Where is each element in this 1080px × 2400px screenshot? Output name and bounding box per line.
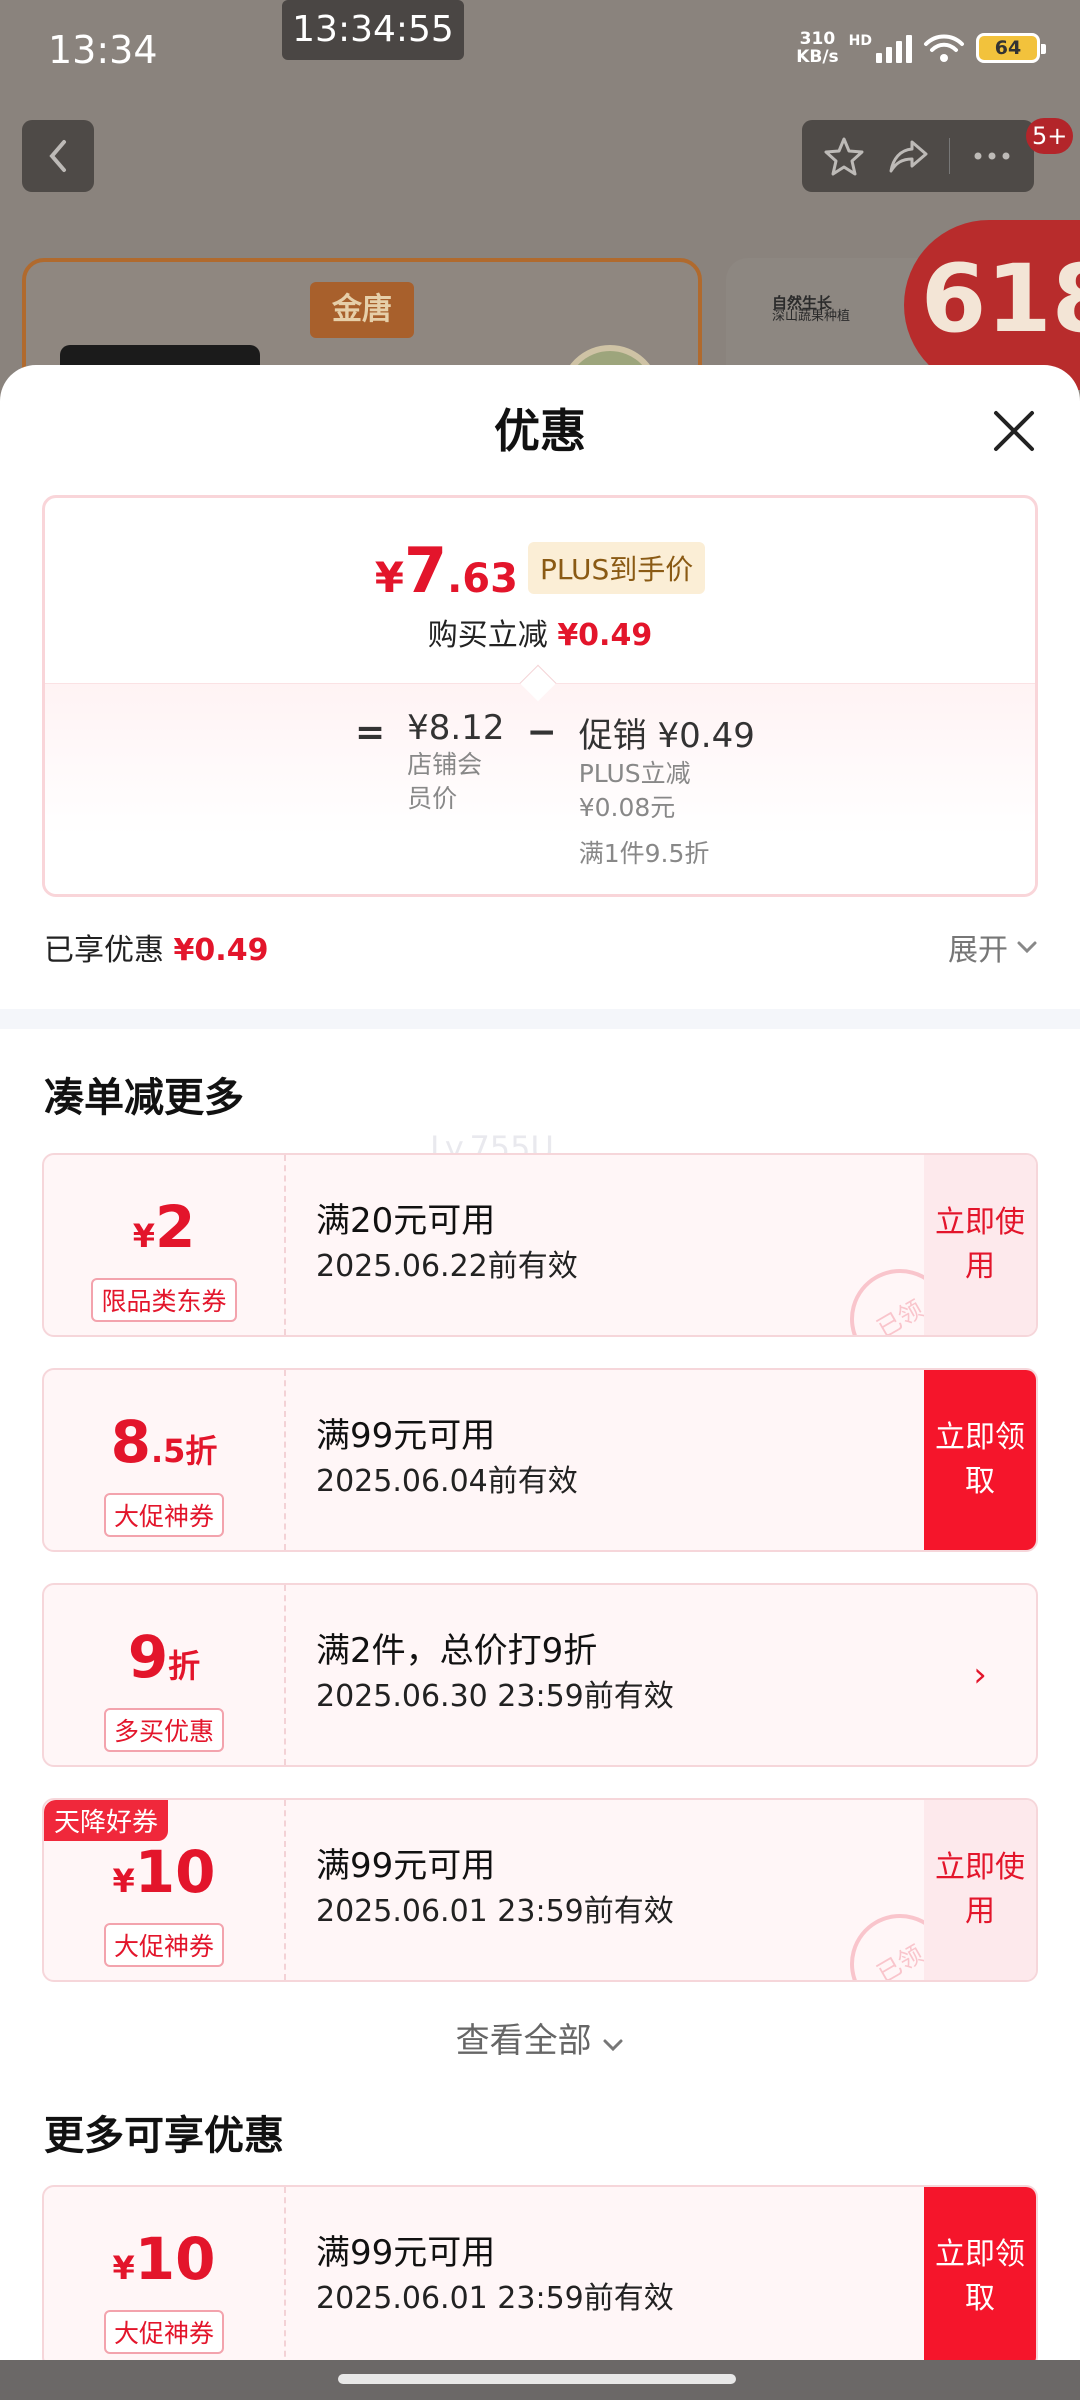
claim-now-button[interactable]: 立即领取	[924, 2187, 1036, 2360]
price-formula: = ¥8.12 店铺会员价 − 促销 ¥0.49 PLUS立减 ¥0.08元 满…	[355, 708, 755, 871]
coupon-card: ¥10 大促神券 天降好券 满99元可用 2025.06.01 23:59前有效…	[42, 1798, 1038, 1982]
coupon-card: 8.5折 大促神券 满99元可用 2025.06.04前有效 立即领取	[42, 1368, 1038, 1552]
final-price-row: ¥7.63 PLUS到手价	[45, 540, 1035, 602]
view-all-button[interactable]: 查看全部	[0, 2013, 1080, 2062]
coupon-type-tag: 限品类东券	[91, 1278, 237, 1322]
battery-icon: 64	[976, 33, 1046, 63]
share-icon[interactable]	[886, 134, 930, 178]
view-all-label: 查看全部	[455, 2021, 592, 2061]
enjoyed-label: 已享优惠	[44, 933, 164, 968]
chevron-down-icon	[603, 2039, 623, 2052]
discount-rule: 满1件9.5折	[578, 839, 710, 868]
brand-logo: 金唐	[310, 282, 414, 338]
brand-sub: 深山蔬果种植	[772, 309, 851, 324]
coupon-info: 满20元可用 2025.06.22前有效	[316, 1197, 578, 1289]
toolbar-divider	[949, 138, 951, 174]
section-title-more-savings: 凑单减更多	[44, 1075, 244, 1121]
coupon-info: 满2件，总价打9折 2025.06.30 23:59前有效	[316, 1627, 674, 1719]
net-speed-unit: KB/s	[796, 47, 839, 67]
brand-name: 自然生长	[772, 294, 833, 312]
plus-price-tag: PLUS到手价	[527, 542, 706, 594]
coupon-condition: 满99元可用	[316, 1416, 496, 1456]
use-now-button[interactable]: 立即使用	[924, 1800, 1036, 1980]
coupon-amount: ¥2	[132, 1193, 196, 1261]
top-toolbar	[802, 120, 1034, 192]
final-price: ¥7.63	[374, 534, 518, 607]
coupon-type-tag: 多买优惠	[103, 1708, 224, 1752]
chevron-left-icon	[49, 140, 66, 172]
equals-sign: =	[355, 712, 386, 753]
member-price-col: ¥8.12 店铺会员价	[407, 708, 504, 871]
coupon-card: ¥2 限品类东券 满20元可用 2025.06.22前有效 已领 立即使用	[42, 1153, 1038, 1337]
coupon-expiry: 2025.06.04前有效	[316, 1464, 578, 1499]
coupon-condition: 满2件，总价打9折	[316, 1631, 598, 1671]
coupon-amount: ¥10	[112, 2225, 216, 2293]
coupon-value: ¥10 大促神券	[44, 2187, 286, 2360]
brand-text: 自然生长 深山蔬果种植	[772, 296, 850, 324]
net-speed: 310 KB/s	[796, 30, 838, 66]
sheet-title: 优惠	[494, 404, 586, 458]
chevron-down-icon	[1017, 941, 1037, 954]
promo-col: 促销 ¥0.49 PLUS立减 ¥0.08元 满1件9.5折	[579, 708, 755, 871]
wifi-icon	[924, 34, 964, 62]
member-price-label: 店铺会员价	[407, 750, 483, 813]
back-button[interactable]	[22, 120, 94, 192]
net-speed-value: 310	[799, 29, 836, 49]
message-badge: 5+	[1026, 118, 1074, 154]
member-price-value: ¥8.12	[407, 708, 505, 748]
plus-reduce-value: ¥0.08元	[578, 793, 676, 822]
coupon-expiry: 2025.06.01 23:59前有效	[316, 1894, 674, 1929]
promo-value: 促销 ¥0.49	[578, 716, 755, 756]
coupon-amount: ¥10	[112, 1838, 216, 1906]
coupon-type-tag: 大促神券	[103, 1923, 224, 1967]
plus-reduce-label: PLUS立减	[578, 759, 691, 788]
minus-sign: −	[526, 712, 557, 753]
hd-label: HD	[848, 33, 872, 49]
coupon-info: 满99元可用 2025.06.01 23:59前有效	[316, 2229, 674, 2321]
coupon-amount: 9折	[127, 1623, 201, 1691]
coupon-card: ¥10 大促神券 满99元可用 2025.06.01 23:59前有效 立即领取	[42, 2185, 1038, 2360]
coupon-condition: 满20元可用	[316, 1201, 496, 1241]
expand-button[interactable]: 展开	[948, 925, 1038, 969]
clock-overlay: 13:34:55	[282, 0, 464, 60]
coupon-card[interactable]: 9折 多买优惠 满2件，总价打9折 2025.06.30 23:59前有效 ›	[42, 1583, 1038, 1767]
claim-now-button[interactable]: 立即领取	[924, 1370, 1036, 1550]
home-gesture-handle[interactable]	[338, 2374, 736, 2384]
coupon-condition: 满99元可用	[316, 1846, 496, 1886]
coupon-expiry: 2025.06.22前有效	[316, 1249, 578, 1284]
discount-sheet: 优惠 ¥7.63 PLUS到手价 购买立减 ¥0.49 = ¥8.12 店铺会员…	[0, 365, 1080, 2360]
status-bar: 13:34 13:34:55 310 KB/s HD 64	[0, 0, 1080, 100]
coupon-info: 满99元可用 2025.06.01 23:59前有效	[316, 1842, 674, 1934]
coupon-expiry: 2025.06.01 23:59前有效	[316, 2281, 674, 2316]
section-title-more-offers: 更多可享优惠	[44, 2113, 284, 2159]
status-icons: 310 KB/s HD 64	[796, 30, 1046, 66]
signal-icon	[876, 33, 912, 63]
coupon-expiry: 2025.06.30 23:59前有效	[316, 1679, 674, 1714]
coupon-value: 9折 多买优惠	[44, 1585, 286, 1765]
system-nav-bar	[0, 2360, 1080, 2400]
more-icon[interactable]	[970, 134, 1014, 178]
coupon-value: ¥2 限品类东券	[44, 1155, 286, 1335]
use-now-button[interactable]: 立即使用	[924, 1155, 1036, 1335]
corner-tag: 天降好券	[44, 1800, 169, 1841]
enjoyed-discount: 已享优惠 ¥0.49	[44, 925, 268, 969]
status-time: 13:34	[48, 28, 158, 72]
instant-reduction: 购买立减 ¥0.49	[45, 610, 1035, 654]
enjoyed-value: ¥0.49	[173, 933, 269, 968]
instant-reduction-label: 购买立减	[427, 618, 548, 653]
section-divider	[0, 1009, 1080, 1029]
coupon-value: 8.5折 大促神券	[44, 1370, 286, 1550]
close-icon[interactable]	[988, 405, 1040, 457]
coupon-info: 满99元可用 2025.06.04前有效	[316, 1412, 578, 1504]
coupon-type-tag: 大促神券	[103, 1493, 224, 1537]
coupon-amount: 8.5折	[110, 1408, 218, 1476]
star-icon[interactable]	[822, 134, 866, 178]
coupon-condition: 满99元可用	[316, 2233, 496, 2273]
expand-label: 展开	[948, 933, 1008, 968]
coupon-type-tag: 大促神券	[103, 2310, 224, 2354]
instant-reduction-value: ¥0.49	[557, 618, 653, 653]
price-breakdown: ¥7.63 PLUS到手价 购买立减 ¥0.49 = ¥8.12 店铺会员价 −…	[42, 495, 1038, 897]
chevron-right-icon[interactable]: ›	[924, 1585, 1036, 1765]
